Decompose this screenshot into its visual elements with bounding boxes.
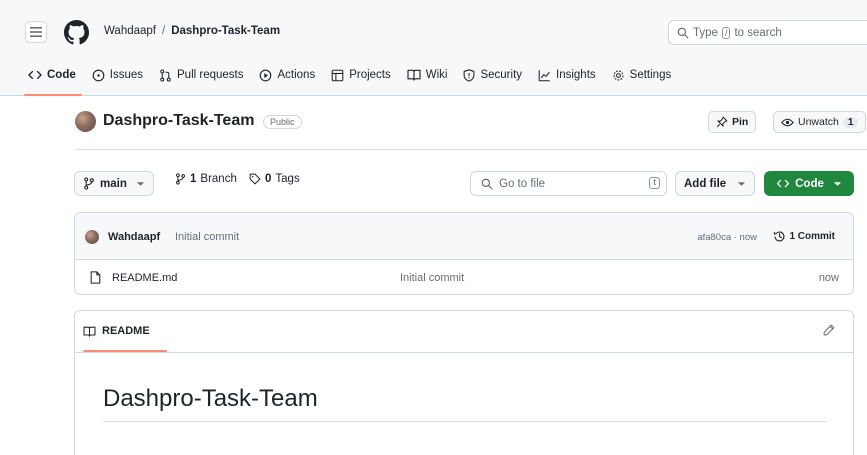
tag-count: 0 (265, 173, 272, 185)
unwatch-button[interactable]: Unwatch 1 (773, 111, 867, 133)
readme-header: README (75, 311, 853, 353)
pin-icon (716, 116, 728, 128)
breadcrumb-separator: / (162, 25, 166, 37)
tab-wiki[interactable]: Wiki (401, 60, 454, 90)
tab-projects[interactable]: Projects (325, 60, 397, 90)
code-icon (776, 179, 790, 188)
eye-icon (781, 118, 794, 126)
tag-icon (249, 173, 261, 185)
pin-label: Pin (732, 116, 749, 128)
gear-icon (613, 70, 624, 80)
chevron-down-icon (136, 181, 144, 186)
search-icon (677, 27, 689, 38)
commit-author[interactable]: Wahdaapf (108, 231, 160, 243)
book-icon (83, 326, 96, 337)
commit-message[interactable]: Initial commit (175, 231, 239, 243)
tags-link[interactable]: 0 Tags (249, 173, 300, 185)
go-to-file-input[interactable]: Go to file t (470, 171, 667, 196)
tab-issues[interactable]: Issues (86, 60, 149, 90)
tab-security[interactable]: Security (457, 60, 528, 90)
pull-request-icon (160, 68, 171, 82)
breadcrumb-owner[interactable]: Wahdaapf (104, 25, 156, 37)
file-table: Wahdaapf Initial commit afa80ca · now 1 … (74, 212, 854, 295)
github-logo-icon[interactable] (64, 20, 89, 45)
branches-link[interactable]: 1 Branch (175, 173, 237, 185)
tab-label: Insights (556, 69, 596, 81)
tab-label: Issues (109, 69, 143, 81)
tab-label: Settings (629, 69, 672, 81)
go-to-file-placeholder: Go to file (499, 177, 546, 190)
tab-label: Projects (349, 69, 391, 81)
avatar[interactable] (85, 230, 99, 244)
tab-readme[interactable]: README (83, 325, 167, 352)
book-icon (407, 69, 421, 81)
branch-icon (176, 173, 185, 185)
table-icon (331, 69, 344, 81)
avatar[interactable] (75, 111, 96, 132)
commit-history-link[interactable]: 1 Commit (773, 230, 835, 243)
pin-button[interactable]: Pin (708, 111, 757, 133)
graph-icon (538, 69, 550, 81)
global-header: Wahdaapf / Dashpro-Task-Team Type / to s… (0, 0, 867, 96)
branch-name: main (100, 177, 127, 190)
branch-icon (84, 177, 94, 190)
table-row[interactable]: README.md Initial commit now (75, 260, 853, 294)
tab-actions[interactable]: Actions (253, 60, 321, 90)
go-to-file-shortcut-key: t (649, 177, 660, 189)
code-button[interactable]: Code (764, 171, 854, 196)
file-time: now (818, 272, 839, 284)
tag-count-label: Tags (275, 173, 300, 185)
menu-button[interactable] (25, 21, 47, 43)
breadcrumb-repo[interactable]: Dashpro-Task-Team (171, 25, 280, 37)
commit-count-label: 1 Commit (789, 231, 835, 242)
readme-tab-label: README (102, 325, 150, 337)
branch-count-label: Branch (200, 173, 237, 185)
tab-label: Pull requests (177, 69, 244, 81)
file-commit-message[interactable]: Initial commit (400, 272, 464, 284)
file-icon (90, 271, 101, 284)
tab-pull-requests[interactable]: Pull requests (153, 60, 249, 90)
global-search-input[interactable]: Type / to search (668, 20, 867, 45)
breadcrumb: Wahdaapf / Dashpro-Task-Team (104, 25, 280, 37)
branch-count: 1 (190, 173, 197, 185)
play-icon (260, 69, 272, 81)
code-icon (28, 70, 42, 80)
tab-label: Wiki (425, 69, 448, 81)
commit-sha-time[interactable]: afa80ca · now (697, 232, 757, 243)
pencil-icon[interactable] (823, 324, 835, 336)
search-shortcut-key: / (721, 26, 731, 39)
tab-insights[interactable]: Insights (532, 60, 602, 90)
search-suffix: to search (734, 26, 782, 39)
unwatch-label: Unwatch (798, 116, 839, 128)
issue-icon (92, 69, 105, 81)
chevron-down-icon (833, 181, 841, 186)
repo-header: Dashpro-Task-Team Public Pin Unwatch 1 (75, 108, 867, 150)
latest-commit-bar: Wahdaapf Initial commit afa80ca · now 1 … (75, 213, 853, 260)
branch-select-button[interactable]: main (74, 171, 154, 196)
search-prefix: Type (693, 26, 718, 39)
shield-icon (464, 68, 475, 82)
tab-label: Code (47, 69, 76, 81)
watch-count: 1 (842, 116, 859, 128)
visibility-badge: Public (263, 115, 302, 129)
repo-title[interactable]: Dashpro-Task-Team (103, 112, 254, 130)
readme-heading: Dashpro-Task-Team (103, 385, 826, 422)
tab-settings[interactable]: Settings (606, 60, 678, 90)
repo-nav-tabs: Code Issues Pull requests Actions Projec… (0, 60, 681, 96)
add-file-label: Add file (684, 177, 727, 190)
chevron-down-icon (738, 181, 746, 186)
search-icon (481, 178, 493, 189)
history-icon (774, 231, 785, 242)
hamburger-icon (30, 27, 42, 37)
code-button-label: Code (795, 177, 824, 190)
tab-label: Actions (277, 69, 316, 81)
file-name[interactable]: README.md (112, 272, 177, 284)
tab-label: Security (480, 69, 523, 81)
add-file-button[interactable]: Add file (675, 171, 756, 196)
tab-code[interactable]: Code (24, 60, 82, 96)
readme-panel: README Dashpro-Task-Team (74, 310, 854, 455)
